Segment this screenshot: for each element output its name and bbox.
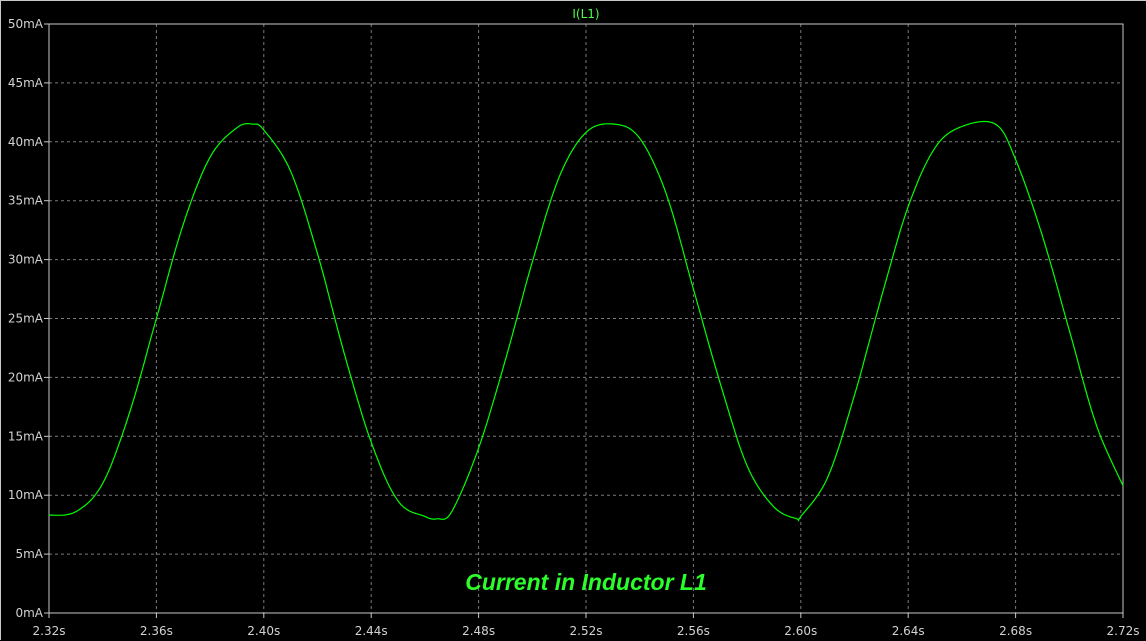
y-tick-label: 5mA: [15, 547, 43, 561]
chart-annotation: Current in Inductor L1: [465, 569, 707, 595]
y-tick-label: 40mA: [8, 135, 44, 149]
x-tick-label: 2.52s: [570, 624, 603, 638]
x-axis-ticks: 2.32s 2.36s 2.40s 2.44s 2.48s 2.52s 2.56s 2.60s…: [33, 613, 1140, 638]
y-tick-label: 50mA: [8, 17, 44, 31]
x-tick-label: 2.60s: [784, 624, 817, 638]
y-tick-label: 35mA: [8, 194, 44, 208]
y-axis-ticks: 0mA 5mA 10mA 15mA 20mA 25mA 30mA 35mA 40mA 45mA 50…: [8, 17, 49, 620]
x-tick-label: 2.72s: [1107, 624, 1140, 638]
x-tick-label: 2.56s: [677, 624, 710, 638]
trace-label[interactable]: I(L1): [572, 7, 599, 21]
y-tick-label: 15mA: [8, 429, 44, 443]
y-tick-label: 20mA: [8, 370, 44, 384]
x-tick-label: 2.68s: [999, 624, 1032, 638]
x-tick-label: 2.44s: [355, 624, 388, 638]
y-tick-label: 0mA: [15, 606, 43, 620]
x-tick-label: 2.36s: [140, 624, 173, 638]
x-tick-label: 2.48s: [462, 624, 495, 638]
x-tick-label: 2.40s: [247, 624, 280, 638]
y-tick-label: 45mA: [8, 76, 44, 90]
y-tick-label: 25mA: [8, 312, 44, 326]
grid-lines: [49, 24, 1123, 613]
y-tick-label: 30mA: [8, 253, 44, 267]
y-tick-label: 10mA: [8, 488, 44, 502]
waveform-chart[interactable]: 0mA 5mA 10mA 15mA 20mA 25mA 30mA 35mA 40mA 45mA 50…: [1, 1, 1146, 641]
x-tick-label: 2.64s: [892, 624, 925, 638]
plot-window: 0mA 5mA 10mA 15mA 20mA 25mA 30mA 35mA 40mA 45mA 50…: [0, 0, 1146, 640]
x-tick-label: 2.32s: [33, 624, 66, 638]
